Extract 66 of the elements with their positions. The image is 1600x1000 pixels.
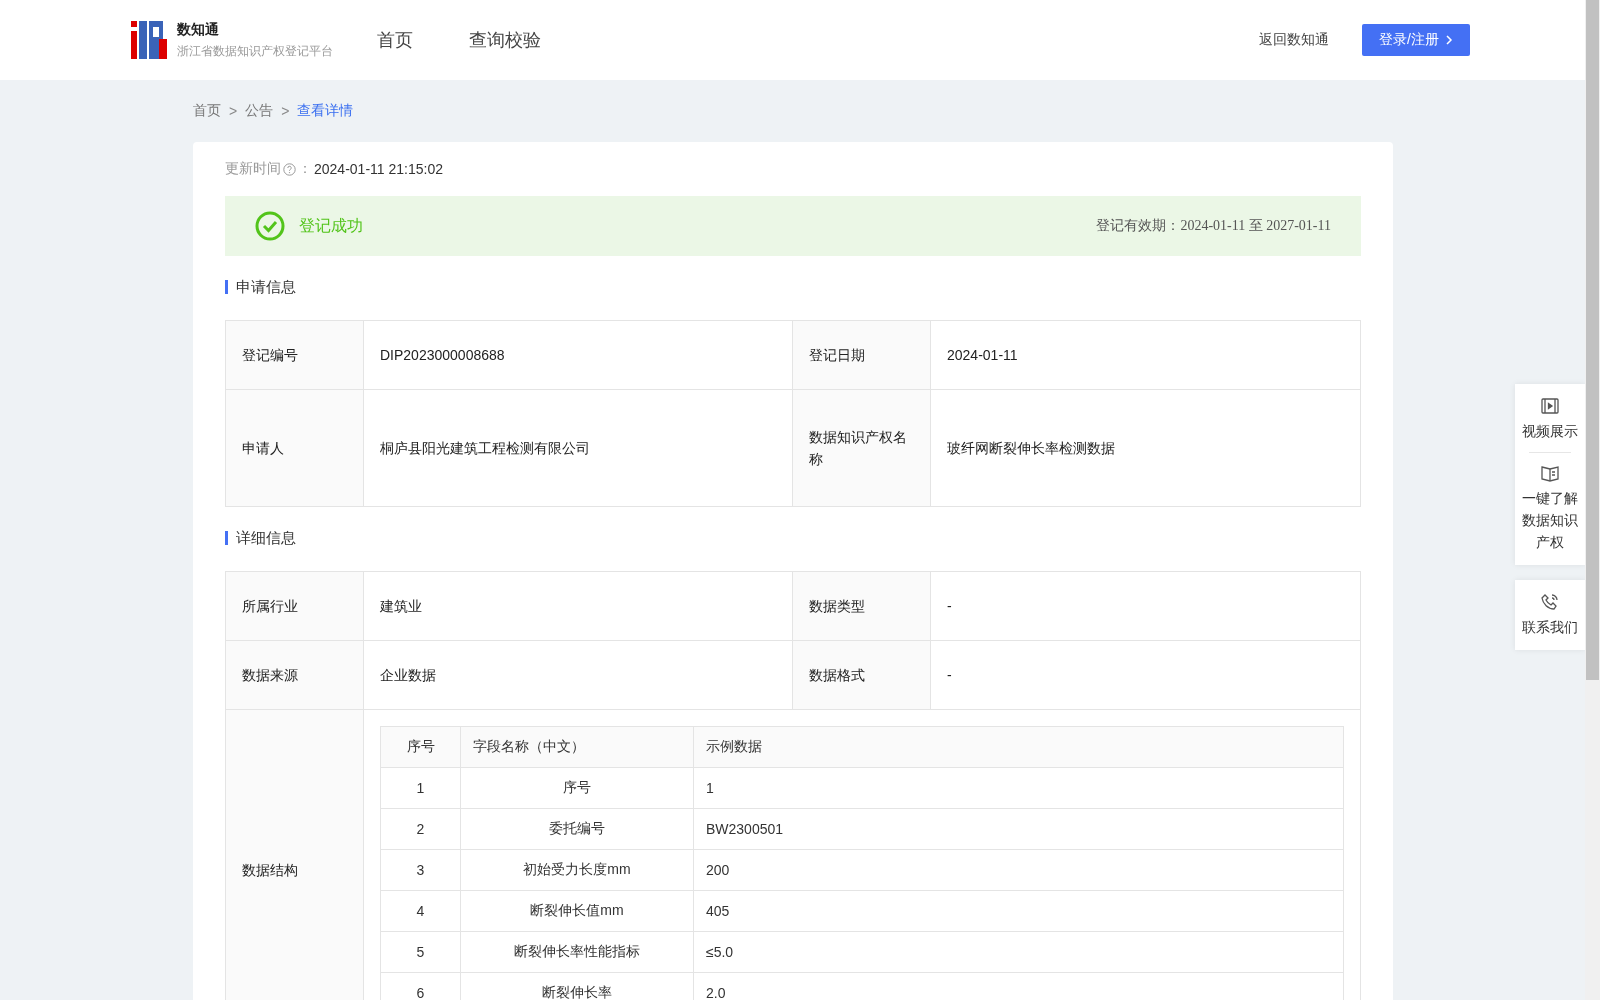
scrollbar[interactable] [1585, 0, 1600, 1000]
breadcrumb-separator: > [281, 103, 290, 119]
update-colon: ： [298, 160, 312, 178]
breadcrumb-link[interactable]: 首页 [193, 102, 221, 120]
section-marker [225, 531, 228, 545]
column-header: 示例数据 [694, 727, 1344, 768]
field-label: 数据结构 [226, 710, 364, 1000]
table-cell: 断裂伸长值mm [461, 891, 694, 932]
table-cell: 初始受力长度mm [461, 850, 694, 891]
table-cell: 2 [381, 809, 461, 850]
field-label: 数据来源 [226, 641, 364, 710]
login-button[interactable]: 登录/注册 [1362, 24, 1470, 56]
field-label: 数据类型 [793, 572, 931, 641]
logo-title: 数知通 [177, 20, 220, 39]
table-cell: BW2300501 [694, 809, 1344, 850]
column-header: 字段名称（中文） [461, 727, 694, 768]
field-value: 2024-01-11 [931, 321, 1361, 390]
update-time: 2024-01-11 21:15:02 [314, 161, 443, 177]
film-icon [1540, 396, 1560, 416]
breadcrumb-separator: > [229, 103, 238, 119]
table-cell: 3 [381, 850, 461, 891]
table-cell: 1 [381, 768, 461, 809]
field-value: - [931, 572, 1361, 641]
section-title: 申请信息 [236, 277, 296, 297]
validity-period: 登记有效期：2024-01-11 至 2027-01-11 [1096, 217, 1331, 235]
breadcrumb-link[interactable]: 公告 [245, 102, 274, 120]
table-cell: 200 [694, 850, 1344, 891]
field-value: 建筑业 [364, 572, 793, 641]
table-cell: 序号 [461, 768, 694, 809]
field-label: 数据知识产权名称 [793, 390, 931, 507]
field-label: 登记日期 [793, 321, 931, 390]
field-label: 所属行业 [226, 572, 364, 641]
section-title: 详细信息 [236, 528, 296, 548]
table-cell: 405 [694, 891, 1344, 932]
back-link[interactable]: 返回数知通 [1259, 31, 1329, 49]
field-value: 桐庐县阳光建筑工程检测有限公司 [364, 390, 793, 507]
table-cell: 断裂伸长率性能指标 [461, 932, 694, 973]
book-icon [1540, 463, 1560, 483]
field-value: DIP2023000008688 [364, 321, 793, 390]
status-text: 登记成功 [299, 215, 363, 236]
field-label: 数据格式 [793, 641, 931, 710]
update-label: 更新时间 [225, 160, 281, 178]
side-link[interactable]: 一键了解数据知识产权 [1515, 459, 1585, 557]
table-cell: 4 [381, 891, 461, 932]
table-cell: 5 [381, 932, 461, 973]
breadcrumb-link[interactable]: 查看详情 [297, 102, 354, 120]
field-value: 企业数据 [364, 641, 793, 710]
table-cell: ≤5.0 [694, 932, 1344, 973]
nav-link[interactable]: 首页 [377, 28, 413, 52]
field-value: - [931, 641, 1361, 710]
table-cell: 委托编号 [461, 809, 694, 850]
field-value: 玻纤网断裂伸长率检测数据 [931, 390, 1361, 507]
side-link[interactable]: 视频展示 [1515, 392, 1585, 446]
logo-icon [131, 21, 167, 59]
section-marker [225, 280, 228, 294]
nav-link[interactable]: 查询校验 [469, 28, 541, 52]
table-cell: 1 [694, 768, 1344, 809]
column-header: 序号 [381, 727, 461, 768]
phone-icon [1540, 592, 1560, 612]
logo-subtitle: 浙江省数据知识产权登记平台 [177, 42, 333, 60]
field-label: 登记编号 [226, 321, 364, 390]
field-label: 申请人 [226, 390, 364, 507]
side-link[interactable]: 联系我们 [1515, 588, 1585, 642]
help-icon [283, 162, 296, 176]
chevron-right-icon [1444, 34, 1453, 46]
check-circle-icon [255, 211, 285, 241]
